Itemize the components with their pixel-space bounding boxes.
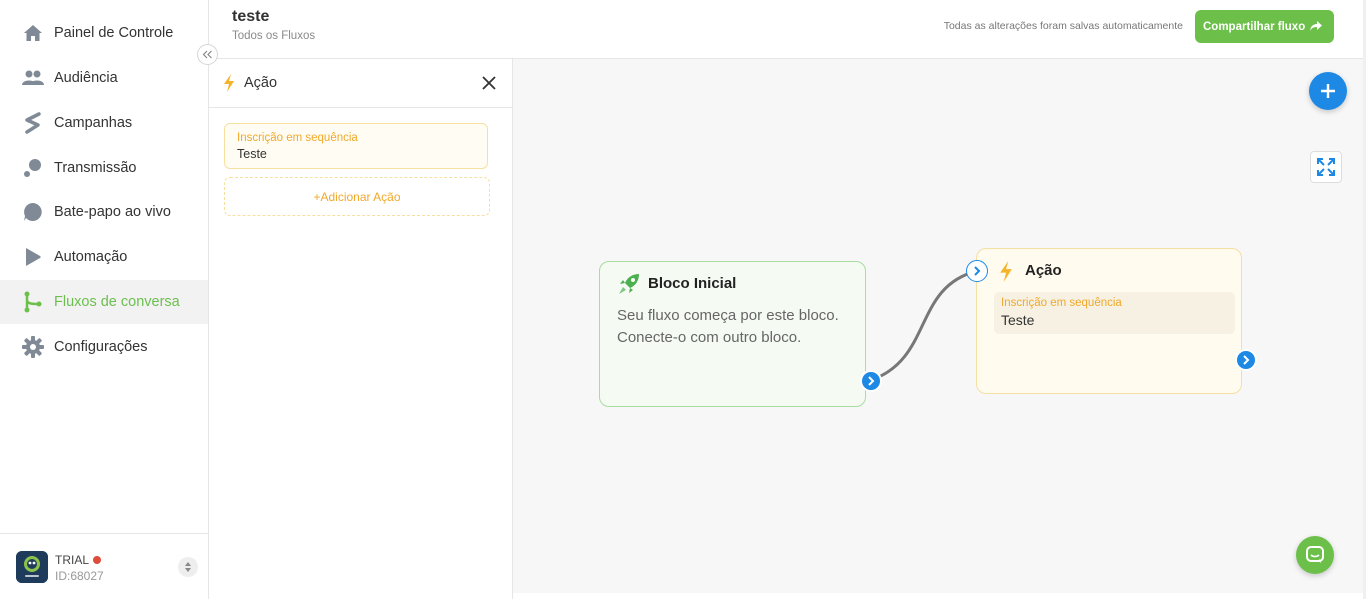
collapse-sidebar-button[interactable]	[197, 44, 218, 65]
sidebar-item-automation[interactable]: Automação	[0, 235, 208, 279]
sidebar-item-dashboard[interactable]: Painel de Controle	[0, 11, 208, 55]
chevron-right-icon	[868, 376, 875, 386]
sidebar: Painel de Controle Audiência Campanhas T…	[0, 0, 209, 599]
account-id: ID:68027	[55, 569, 104, 583]
add-block-button[interactable]	[1309, 72, 1347, 110]
action-block-item[interactable]: Inscrição em sequência Teste	[994, 292, 1235, 334]
start-block[interactable]: Bloco Inicial Seu fluxo começa por este …	[599, 261, 866, 407]
plus-icon	[1321, 84, 1335, 98]
up-down-chevron-icon[interactable]	[178, 557, 198, 577]
action-type-label: Inscrição em sequência	[1001, 297, 1122, 309]
sidebar-item-label: Painel de Controle	[54, 25, 174, 41]
panel-header: Ação	[209, 59, 512, 108]
sidebar-item-label: Configurações	[54, 339, 148, 355]
sidebar-item-audience[interactable]: Audiência	[0, 56, 208, 100]
start-block-description: Seu fluxo começa por este bloco. Conecte…	[617, 307, 839, 346]
chat-icon	[1306, 546, 1324, 563]
avatar	[16, 551, 48, 583]
share-flow-label: Compartilhar fluxo	[1203, 20, 1306, 33]
status-dot	[93, 556, 101, 564]
action-value: Teste	[237, 147, 267, 161]
action-value: Teste	[1001, 312, 1035, 328]
flow-canvas[interactable]: Bloco Inicial Seu fluxo começa por este …	[513, 59, 1363, 593]
sidebar-item-conversation-flows[interactable]: Fluxos de conversa	[0, 280, 208, 324]
broadcast-icon	[22, 157, 44, 179]
action-block[interactable]: Ação Inscrição em sequência Teste	[976, 248, 1242, 394]
automation-icon	[22, 246, 44, 268]
lightning-icon	[999, 261, 1013, 287]
sidebar-item-label: Automação	[54, 249, 128, 265]
page-title: teste	[232, 8, 270, 25]
save-status: Todas as alterações foram salvas automat…	[943, 20, 1183, 32]
action-block-input-port[interactable]	[966, 260, 988, 282]
sidebar-item-label: Bate-papo ao vivo	[54, 204, 171, 220]
action-block-output-port[interactable]	[1235, 349, 1257, 371]
start-block-output-port[interactable]	[860, 370, 882, 392]
action-item-card[interactable]: Inscrição em sequência Teste	[224, 123, 488, 169]
fullscreen-button[interactable]	[1310, 151, 1342, 183]
add-action-button[interactable]: +Adicionar Ação	[224, 177, 490, 216]
chevron-right-icon	[1243, 355, 1250, 365]
people-icon	[22, 67, 44, 89]
chat-bubble-icon	[22, 201, 44, 223]
sidebar-item-settings[interactable]: Configurações	[0, 325, 208, 369]
sidebar-item-campaigns[interactable]: Campanhas	[0, 101, 208, 145]
lightning-icon	[223, 74, 235, 97]
sidebar-item-label: Campanhas	[54, 115, 133, 131]
sidebar-item-label: Fluxos de conversa	[54, 294, 180, 310]
home-icon	[22, 22, 44, 44]
action-panel: Ação Inscrição em sequência Teste +Adici…	[209, 59, 513, 599]
chevron-right-icon	[974, 266, 981, 276]
action-type-label: Inscrição em sequência	[237, 132, 358, 144]
support-chat-button[interactable]	[1296, 536, 1334, 574]
campaign-icon	[22, 112, 44, 134]
sidebar-item-label: Transmissão	[54, 160, 137, 176]
share-arrow-icon	[1310, 21, 1322, 31]
share-flow-button[interactable]: Compartilhar fluxo	[1195, 10, 1334, 43]
plan-label: TRIAL	[55, 553, 90, 567]
account-switcher[interactable]: TRIAL ID:68027	[0, 533, 208, 599]
flow-branch-icon	[22, 291, 44, 313]
close-icon[interactable]	[480, 74, 498, 92]
expand-icon	[1317, 158, 1335, 176]
gear-icon	[22, 336, 44, 358]
sidebar-item-broadcast[interactable]: Transmissão	[0, 146, 208, 190]
start-block-title: Bloco Inicial	[648, 275, 737, 292]
action-block-title: Ação	[1025, 262, 1062, 279]
header: teste Todos os Fluxos Todas as alteraçõe…	[209, 0, 1363, 59]
sidebar-item-live-chat[interactable]: Bate-papo ao vivo	[0, 190, 208, 234]
breadcrumb[interactable]: Todos os Fluxos	[232, 30, 315, 42]
sidebar-item-label: Audiência	[54, 70, 118, 86]
rocket-icon	[618, 273, 640, 300]
panel-title: Ação	[244, 75, 278, 91]
